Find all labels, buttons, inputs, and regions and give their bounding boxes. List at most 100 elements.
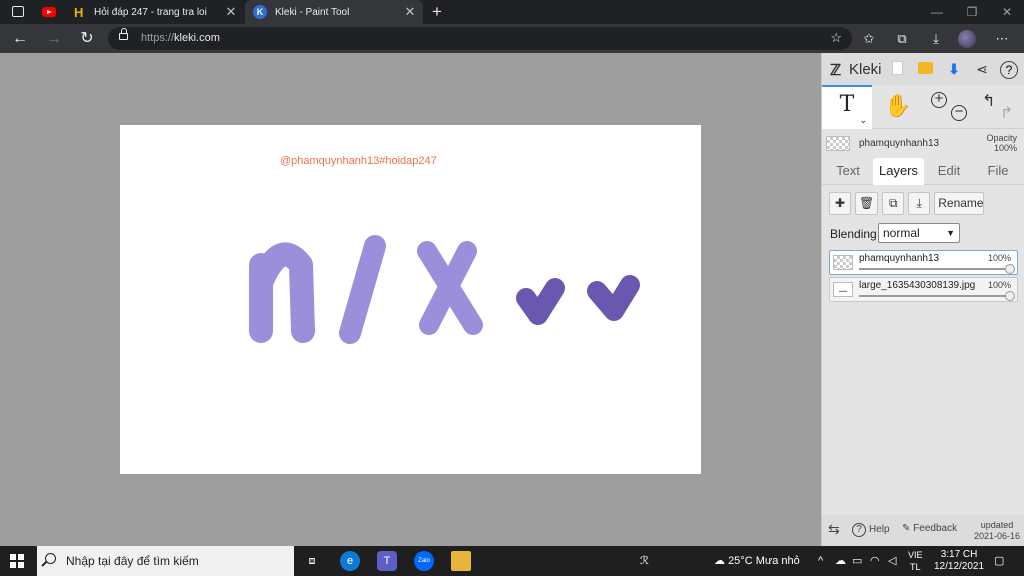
redo-icon[interactable]: ↱ xyxy=(1000,103,1013,123)
zalo-icon[interactable]: Zalo xyxy=(414,551,434,571)
current-layer-name: phamquynhanh13 xyxy=(859,138,940,149)
help-link[interactable]: ? Help xyxy=(852,523,890,537)
panel-tabs: Text Layers Edit File xyxy=(822,158,1024,185)
edge-browser-icon[interactable]: e xyxy=(340,551,360,571)
more-menu-icon[interactable]: ⋯ xyxy=(993,30,1011,48)
layer-item[interactable]: ▬▬ large_1635430308139.jpg 100% xyxy=(829,277,1018,302)
tab-actions-icon[interactable] xyxy=(12,6,24,17)
youtube-icon xyxy=(42,7,56,17)
favorites-icon[interactable]: ✩ xyxy=(860,30,878,48)
download-icon[interactable]: ⬇ xyxy=(944,59,964,79)
notification-icon[interactable]: ▢ xyxy=(994,546,1004,576)
opacity-label: Opacity xyxy=(986,133,1017,143)
opacity-slider-track[interactable] xyxy=(859,295,1011,297)
kleki-side-panel: ℤ Kleki ⬇ ⋖ ? T ⌄ ✋ + − ↰ ↱ phamquynhanh… xyxy=(821,53,1024,546)
opacity-slider-track[interactable] xyxy=(859,268,1011,270)
language-code: VIE xyxy=(908,550,923,560)
chevron-down-icon[interactable]: ⌄ xyxy=(859,115,867,126)
volume-icon[interactable]: ◁ xyxy=(888,546,896,576)
tray-overflow-icon[interactable]: ^ xyxy=(818,546,823,576)
close-window-icon[interactable]: ✕ xyxy=(990,0,1024,24)
blending-value: normal xyxy=(883,226,920,240)
add-layer-icon[interactable]: ✚ xyxy=(829,192,851,215)
blending-select[interactable]: normal ▼ xyxy=(878,223,960,243)
address-bar[interactable]: https://kleki.com ☆ xyxy=(108,27,852,50)
onedrive-icon[interactable]: ☁ xyxy=(835,546,846,576)
taskbar-search-box[interactable]: Nhập tại đây để tìm kiếm xyxy=(37,546,294,576)
layer-thumbnail xyxy=(826,136,850,151)
canvas-strokes xyxy=(249,235,640,344)
system-clock[interactable]: 3:17 CH 12/12/2021 xyxy=(934,549,984,573)
close-tab-icon[interactable]: ✕ xyxy=(403,4,417,20)
canvas-workspace[interactable]: @phamquynhanh13#hoidap247 xyxy=(0,53,821,546)
rename-button[interactable]: Rename xyxy=(934,192,985,215)
open-folder-icon[interactable] xyxy=(918,62,933,74)
forward-icon[interactable]: → xyxy=(43,28,65,50)
tab-hoidap247[interactable]: H Hỏi đáp 247 - trang tra loi ✕ xyxy=(66,0,244,24)
text-tool-icon: T xyxy=(839,92,855,117)
layer-name: phamquynhanh13 xyxy=(859,253,940,264)
opacity-slider-handle[interactable] xyxy=(1005,264,1015,274)
zoom-in-icon[interactable]: + xyxy=(931,91,947,108)
address-toolbar: ← → ↻ https://kleki.com ☆ ✩ ⧉ ⤓ ⋯ xyxy=(0,24,1024,53)
delete-layer-icon[interactable]: 🗑 xyxy=(855,192,879,215)
opacity-value: 100% xyxy=(993,143,1017,153)
stroke-check-2 xyxy=(587,275,640,321)
network-icon[interactable]: ▭ xyxy=(852,546,862,576)
layer-item[interactable]: phamquynhanh13 100% xyxy=(829,250,1018,275)
url-text[interactable]: https://kleki.com xyxy=(141,32,220,44)
tab-layers[interactable]: Layers xyxy=(873,158,924,185)
tab-edit[interactable]: Edit xyxy=(927,158,971,185)
input-language[interactable]: VIE TL xyxy=(908,549,923,573)
zoom-out-icon[interactable]: − xyxy=(951,104,967,121)
drawing-canvas[interactable]: @phamquynhanh13#hoidap247 xyxy=(120,125,701,474)
teams-icon[interactable]: T xyxy=(377,551,397,571)
back-icon[interactable]: ← xyxy=(9,28,31,50)
tab-title: Hỏi đáp 247 - trang tra loi xyxy=(94,6,207,18)
swap-side-icon[interactable]: ⇆ xyxy=(828,521,840,538)
tab-text[interactable]: Text xyxy=(826,158,870,185)
share-icon[interactable]: ⋖ xyxy=(972,59,992,79)
windows-start-icon[interactable] xyxy=(10,554,24,568)
layer-actions: ✚ 🗑 ⧉ ⤓ Rename xyxy=(829,192,985,216)
downloads-icon[interactable]: ⤓ xyxy=(927,30,945,48)
stroke-letter-n xyxy=(249,242,315,343)
minimize-icon[interactable]: — xyxy=(920,0,954,24)
tab-youtube[interactable] xyxy=(34,0,64,24)
tab-title: Kleki - Paint Tool xyxy=(275,6,350,18)
opacity-slider-handle[interactable] xyxy=(1005,291,1015,301)
wifi-icon[interactable]: ◠ xyxy=(870,546,880,576)
text-tool-button[interactable]: T ⌄ xyxy=(822,85,872,129)
people-icon[interactable]: ℛ xyxy=(640,546,649,576)
restore-icon[interactable]: ❐ xyxy=(955,0,989,24)
new-tab-icon[interactable]: + xyxy=(428,2,446,22)
stroke-letter-x xyxy=(417,241,483,335)
file-explorer-icon[interactable] xyxy=(451,551,471,571)
search-icon xyxy=(45,553,56,564)
current-layer-preview: phamquynhanh13 Opacity 100% xyxy=(822,129,1024,157)
layer-thumbnail: ▬▬ xyxy=(833,282,853,297)
site-settings-icon[interactable]: ☆ xyxy=(830,30,842,46)
task-view-icon[interactable]: ⧈ xyxy=(302,551,322,571)
tab-kleki[interactable]: K Kleki - Paint Tool ✕ xyxy=(245,0,423,24)
duplicate-layer-icon[interactable]: ⧉ xyxy=(882,192,905,215)
hand-tool-icon[interactable]: ✋ xyxy=(884,93,911,119)
new-image-icon[interactable] xyxy=(892,61,903,75)
layer-name: large_1635430308139.jpg xyxy=(859,280,976,291)
merge-layer-icon[interactable]: ⤓ xyxy=(908,192,931,215)
layer-opacity: 100% xyxy=(987,253,1011,263)
tab-file[interactable]: File xyxy=(975,158,1021,185)
profile-avatar[interactable] xyxy=(958,30,976,48)
feedback-link[interactable]: ✎ Feedback xyxy=(902,523,957,534)
help-icon[interactable]: ? xyxy=(1000,59,1020,79)
updated-note[interactable]: updated 2021-06-16 xyxy=(974,520,1020,542)
updated-date: 2021-06-16 xyxy=(974,531,1021,541)
undo-icon[interactable]: ↰ xyxy=(982,91,995,111)
kleki-brand-icon: ℤ xyxy=(830,62,842,79)
close-tab-icon[interactable]: ✕ xyxy=(224,4,238,20)
reload-icon[interactable]: ↻ xyxy=(76,28,98,50)
weather-text: 25°C Mưa nhỏ xyxy=(728,555,800,567)
weather-widget[interactable]: ☁ 25°C Mưa nhỏ xyxy=(714,546,800,576)
stroke-slash xyxy=(339,235,386,344)
collections-icon[interactable]: ⧉ xyxy=(893,30,911,48)
